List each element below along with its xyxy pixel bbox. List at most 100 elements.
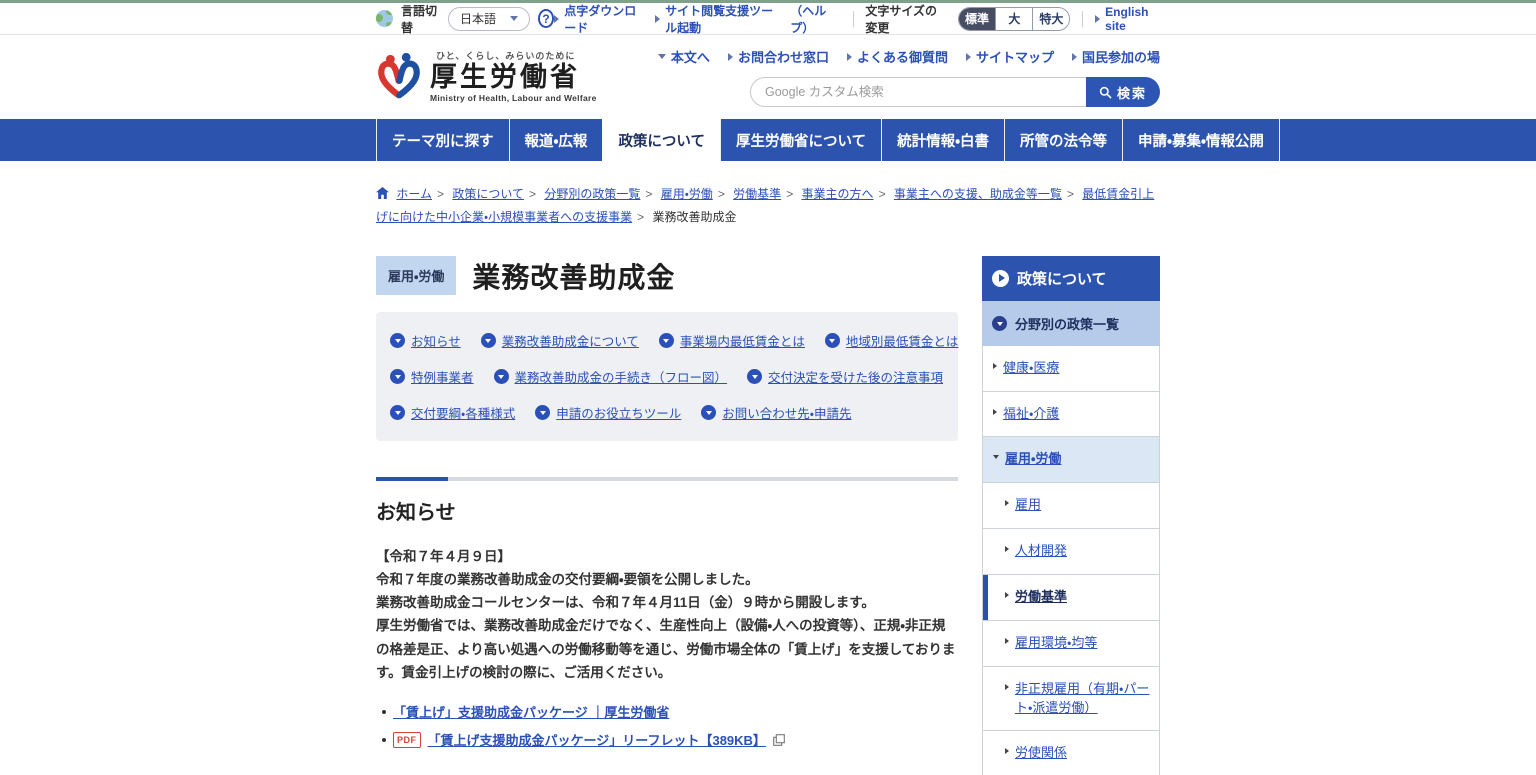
anchor-link-contact[interactable]: お問い合わせ先・申請先 [701,403,851,422]
sidebar-item-employment[interactable]: 雇用 [982,483,1160,529]
anchor-link-tools[interactable]: 申請のお役立ちツール [535,403,681,422]
arrow-right-icon [1005,748,1009,754]
arrow-down-icon [658,54,666,59]
arrow-right-icon [1095,15,1100,23]
anchor-link-procedure[interactable]: 業務改善助成金の手続き（フロー図） [494,367,728,386]
anchor-link-about[interactable]: 業務改善助成金について [481,331,639,350]
list-item: PDF 「賃上げ支援助成金パッケージ」リーフレット【389KB】 [382,730,958,749]
arrow-right-icon [993,409,997,415]
sidebar-item-employment-environment[interactable]: 雇用環境・均等 [982,621,1160,667]
anchor-down-icon [825,333,840,348]
help-button[interactable]: ? [538,9,554,28]
page-title: 業務改善助成金 [472,256,675,296]
support-tool-help-link[interactable]: （ヘルプ） [790,2,840,36]
text-size-standard-button[interactable]: 標準 [959,8,996,30]
anchor-down-icon [747,369,762,384]
anchor-links-box: お知らせ 業務改善助成金について 事業場内最低賃金とは 地域別最低賃金とは 特例… [376,312,958,441]
header-quick-links: 本文へ お問合わせ窓口 よくある御質問 サイトマップ 国民参加の場 [658,47,1160,66]
anchor-link-special-business[interactable]: 特例事業者 [390,367,474,386]
divider [1082,11,1083,27]
sidebar-header-policies[interactable]: 政策について [982,256,1160,301]
nav-item-applications[interactable]: 申請・募集・情報公開 [1122,119,1280,161]
nav-item-press[interactable]: 報道・広報 [509,119,603,161]
anchor-link-forms[interactable]: 交付要綱・各種様式 [390,403,515,422]
nav-item-about-mhlw[interactable]: 厚生労働省について [720,119,881,161]
arrow-right-icon [655,15,660,23]
news-heading: お知らせ [376,496,958,525]
contact-window-link[interactable]: お問合わせ窓口 [728,47,829,66]
arrow-right-icon [1005,684,1009,690]
breadcrumb-link[interactable]: 雇用・労働 [661,187,713,201]
support-tool-link[interactable]: サイト閲覧支援ツール起動 [655,2,784,36]
arrow-right-icon [847,53,852,61]
arrow-down-icon [993,455,999,459]
arrow-right-icon [728,53,733,61]
anchor-link-post-grant-notes[interactable]: 交付決定を受けた後の注意事項 [747,367,943,386]
braille-download-link[interactable]: 点字ダウンロード [554,2,643,36]
divider [853,11,854,27]
home-icon [376,187,389,199]
search-input[interactable] [750,77,1086,107]
news-section: お知らせ 【令和７年４月９日】 令和７年度の業務改善助成金の交付要綱・要領を公開… [376,477,958,775]
language-switch-label: 言語切替 [401,2,440,36]
section-divider [376,477,958,481]
language-select-value: 日本語 [460,10,496,27]
external-link-icon [773,734,785,746]
sidebar-item-labour-standards[interactable]: 労働基準 [982,575,1160,621]
anchor-down-icon [481,333,496,348]
policy-sidebar: 政策について 分野別の政策一覧 健康・医療 福祉・介護 雇用・労働 雇用 人材開… [982,256,1160,775]
public-participation-link[interactable]: 国民参加の場 [1072,47,1160,66]
breadcrumb-link[interactable]: 分野別の政策一覧 [544,187,640,201]
breadcrumb-home[interactable]: ホーム [396,187,432,201]
language-select[interactable]: 日本語 [448,7,530,31]
breadcrumb-link[interactable]: 事業主の方へ [802,187,874,201]
arrow-right-icon [554,15,559,23]
sidebar-item-health[interactable]: 健康・医療 [982,346,1160,392]
globe-icon [376,10,393,27]
bullet-icon [382,710,386,714]
breadcrumb-link[interactable]: 労働基準 [733,187,781,201]
anchor-link-workplace-minwage[interactable]: 事業場内最低賃金とは [659,331,805,350]
news-text: 業務改善助成金コールセンターは、令和７年４月11日（金）９時から開設します。 [376,591,958,614]
sidebar-item-employment-labour[interactable]: 雇用・労働 [982,437,1160,483]
to-main-content-link[interactable]: 本文へ [658,47,710,66]
sidebar-item-non-regular-employment[interactable]: 非正規雇用（有期・パート・派遣労働） [982,667,1160,732]
wage-package-leaflet-link[interactable]: 「賃上げ支援助成金パッケージ」リーフレット【389KB】 [428,730,766,749]
news-entry: 【令和７年４月９日】 令和７年度の業務改善助成金の交付要綱・要領を公開しました。… [376,545,958,749]
site-title: 厚生労働省 [430,62,597,93]
breadcrumb-link[interactable]: 政策について [452,187,524,201]
nav-item-statistics[interactable]: 統計情報・白書 [881,119,1004,161]
arrow-right-icon [1005,592,1009,598]
text-size-xlarge-button[interactable]: 特大 [1032,8,1069,30]
arrow-right-icon [1005,638,1009,644]
nav-item-themes[interactable]: テーマ別に探す [376,119,509,161]
site-subtitle: Ministry of Health, Labour and Welfare [430,93,597,103]
sidebar-item-welfare[interactable]: 福祉・介護 [982,392,1160,438]
breadcrumb-link[interactable]: 事業主への支援、助成金等一覧 [894,187,1062,201]
sidebar-subheader-policy-list[interactable]: 分野別の政策一覧 [982,301,1160,346]
sidebar-item-hr-development[interactable]: 人材開発 [982,529,1160,575]
arrow-right-icon [1072,53,1077,61]
site-header: ひと、くらし、みらいのために 厚生労働省 Ministry of Health,… [0,35,1536,119]
nav-item-laws[interactable]: 所管の法令等 [1004,119,1122,161]
text-size-large-button[interactable]: 大 [995,8,1032,30]
main-content: 雇用・労働 業務改善助成金 お知らせ 業務改善助成金について 事業場内最低賃金と… [376,256,958,775]
english-site-link[interactable]: English site [1095,5,1160,33]
sidebar-item-labour-relations[interactable]: 労使関係 [982,731,1160,775]
nav-item-policies[interactable]: 政策について [602,119,720,161]
pdf-icon: PDF [393,732,421,748]
search-button[interactable]: 検索 [1086,77,1160,107]
mhlw-logo[interactable]: ひと、くらし、みらいのために 厚生労働省 Ministry of Health,… [376,49,597,103]
anchor-down-icon [390,369,405,384]
breadcrumb-current: 業務改善助成金 [652,210,736,224]
anchor-down-icon [659,333,674,348]
faq-link[interactable]: よくある御質問 [847,47,948,66]
logo-tagline: ひと、くらし、みらいのために [436,49,597,62]
sitemap-link[interactable]: サイトマップ [966,47,1054,66]
mhlw-logo-icon [376,53,422,99]
anchor-link-regional-minwage[interactable]: 地域別最低賃金とは [825,331,959,350]
anchor-down-icon [535,405,550,420]
anchor-link-news[interactable]: お知らせ [390,331,461,350]
wage-package-link[interactable]: 「賃上げ」支援助成金パッケージ ｜厚生労働省 [393,702,669,721]
bullet-icon [382,738,386,742]
